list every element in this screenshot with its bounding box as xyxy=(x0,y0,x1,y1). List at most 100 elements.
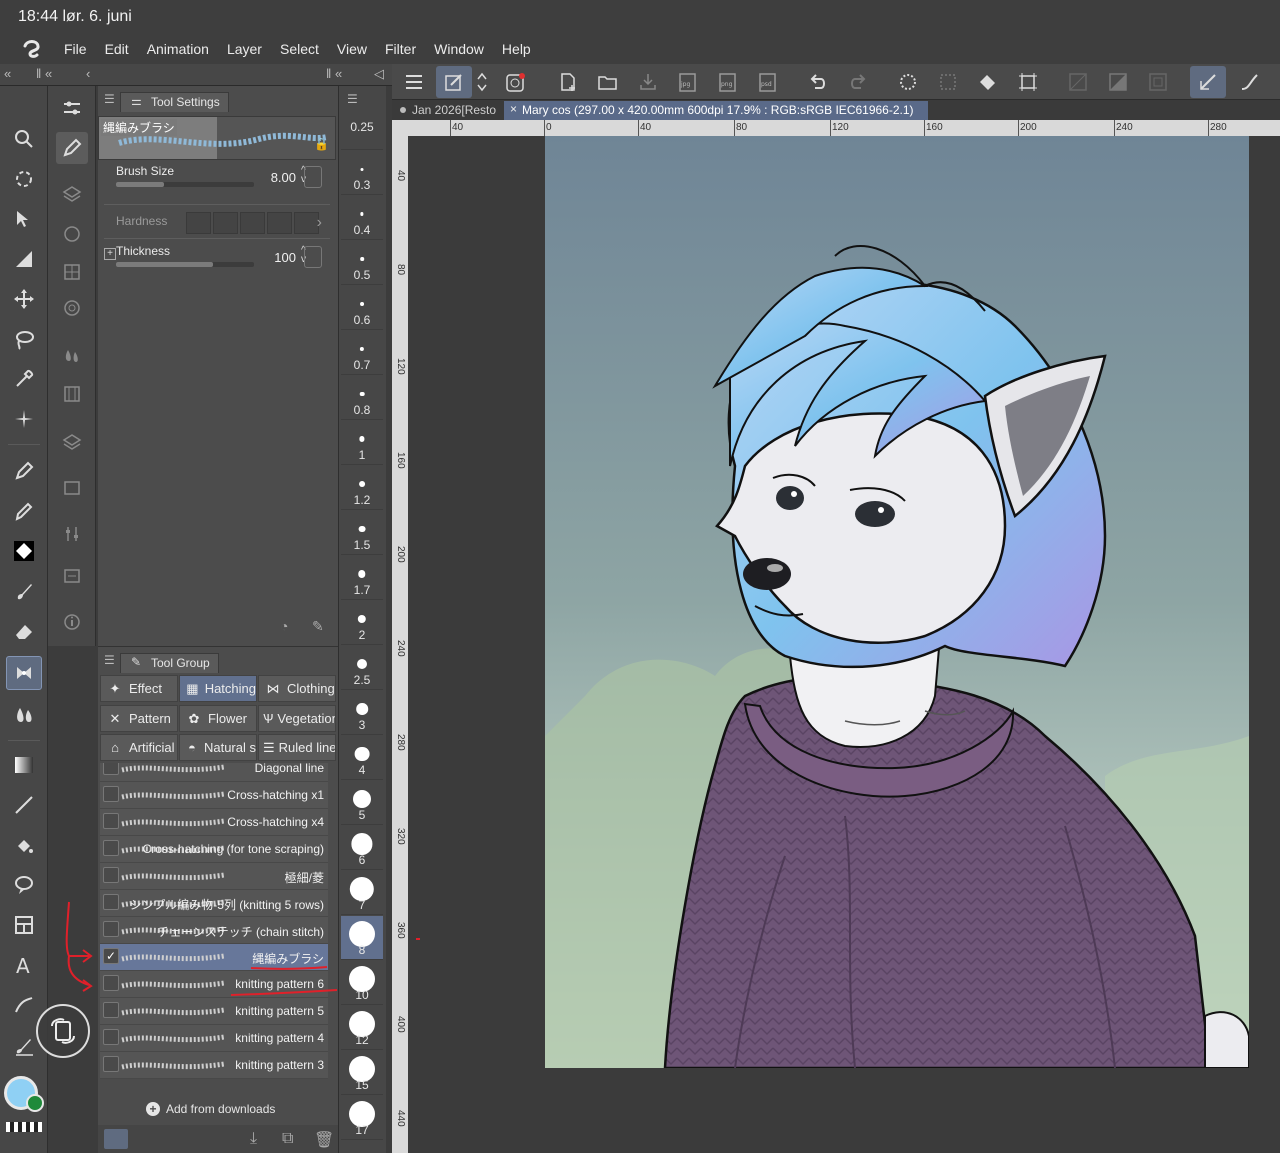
brush-list-item[interactable]: knitting pattern 3 xyxy=(100,1052,328,1079)
brush-size-item[interactable]: 0.5 xyxy=(341,241,383,285)
info-icon[interactable] xyxy=(56,606,88,638)
undo-icon[interactable] xyxy=(802,66,834,98)
brush-size-item[interactable]: 1.2 xyxy=(341,466,383,510)
adjustment-icon[interactable] xyxy=(56,518,88,550)
brush-tool-icon[interactable] xyxy=(6,574,42,608)
group-effect[interactable]: ✦ Effect xyxy=(100,675,178,702)
import-icon[interactable]: ⤓ xyxy=(250,1130,257,1148)
brush-stroke-icon[interactable] xyxy=(1234,66,1266,98)
menu-edit[interactable]: Edit xyxy=(96,41,138,57)
brush-size-item[interactable]: 3 xyxy=(341,691,383,735)
copy-subtool-icon[interactable] xyxy=(104,1129,128,1149)
timeline-icon[interactable] xyxy=(56,378,88,410)
pen-tool-icon[interactable] xyxy=(6,454,42,488)
group-ruled-line[interactable]: ☰ Ruled line xyxy=(258,734,336,761)
fill-color-icon[interactable] xyxy=(6,534,42,568)
frame-outside-icon[interactable] xyxy=(1142,66,1174,98)
lasso-tool-icon[interactable] xyxy=(6,322,42,356)
brush-list-item[interactable]: knitting pattern 4 xyxy=(100,1025,328,1052)
layer-panel-icon[interactable] xyxy=(56,178,88,210)
correct-line-icon[interactable] xyxy=(6,988,42,1022)
brush-list-item[interactable]: Diagonal line xyxy=(100,763,328,782)
brush-size-item[interactable]: 15 xyxy=(341,1051,383,1095)
material-icon[interactable] xyxy=(56,256,88,288)
brush-size-item[interactable]: 0.8 xyxy=(341,376,383,420)
checkbox-icon[interactable] xyxy=(103,786,119,802)
figure-tool-icon[interactable] xyxy=(6,788,42,822)
menu-view[interactable]: View xyxy=(328,41,376,57)
pressure-toggle-icon-2[interactable] xyxy=(304,246,322,268)
group-artificial[interactable]: ⌂ Artificial xyxy=(100,734,178,761)
group-vegetation[interactable]: Ѱ Vegetation xyxy=(258,705,336,732)
brush-size-value[interactable]: 8.00 xyxy=(271,170,296,185)
brush-list-item[interactable]: Cross-hatching x1 xyxy=(100,782,328,809)
brush-size-item[interactable]: 2 xyxy=(341,601,383,645)
stepper-arrows-icon[interactable] xyxy=(472,66,492,98)
tab-jan-2026[interactable]: Jan 2026[Resto xyxy=(394,101,502,120)
redo-icon[interactable] xyxy=(842,66,874,98)
artwork-canvas[interactable] xyxy=(545,136,1249,1068)
navigator-icon[interactable] xyxy=(56,218,88,250)
brush-size-item[interactable]: 17 xyxy=(341,1096,383,1140)
tool-group-tab[interactable]: ✎ Tool Group xyxy=(120,653,219,673)
brush-size-item[interactable]: 12 xyxy=(341,1006,383,1050)
brush-size-item[interactable]: 1.7 xyxy=(341,556,383,600)
tab-mary-cos[interactable]: × Mary cos (297.00 x 420.00mm 600dpi 17.… xyxy=(504,101,928,120)
export-png-icon[interactable]: png xyxy=(712,66,744,98)
menu-help[interactable]: Help xyxy=(493,41,540,57)
loading-icon[interactable] xyxy=(892,66,924,98)
collapse-right-icon[interactable]: ‖ « xyxy=(326,66,342,81)
menu-layer[interactable]: Layer xyxy=(218,41,271,57)
hardness-presets[interactable] xyxy=(186,212,319,234)
menu-filter[interactable]: Filter xyxy=(376,41,425,57)
zoom-tool-icon[interactable] xyxy=(6,122,42,156)
menu-window[interactable]: Window xyxy=(425,41,493,57)
app-logo-icon[interactable] xyxy=(12,34,52,64)
mask-icon[interactable] xyxy=(1102,66,1134,98)
checkbox-icon[interactable] xyxy=(103,1029,119,1045)
export-psd-icon[interactable]: psd xyxy=(752,66,784,98)
quick-access-button[interactable] xyxy=(36,1004,90,1058)
lock-icon[interactable]: 🔒 xyxy=(314,137,329,151)
decoration-tool-icon[interactable] xyxy=(6,656,42,690)
object-tool-icon[interactable] xyxy=(6,202,42,236)
expand-icon[interactable]: ◁ xyxy=(374,66,384,82)
brush-size-slider[interactable] xyxy=(116,182,254,187)
brush-list-item[interactable]: Cross-hatching (for tone scraping) xyxy=(100,836,328,863)
group-flower[interactable]: ✿ Flower xyxy=(179,705,257,732)
pressure-toggle-icon[interactable] xyxy=(304,166,322,188)
panel-menu-icon-2[interactable]: ☰ xyxy=(104,653,115,667)
layer-property-icon[interactable] xyxy=(56,426,88,458)
canvas-area[interactable] xyxy=(408,136,1280,1153)
collapse-left-icon[interactable]: « xyxy=(4,66,11,81)
gradient-tool-icon[interactable] xyxy=(6,748,42,782)
move-tool-icon[interactable] xyxy=(6,282,42,316)
chevron-left-icon[interactable]: ‹ xyxy=(86,66,90,81)
fill-tool-icon[interactable] xyxy=(6,828,42,862)
close-tab-icon[interactable]: × xyxy=(510,102,517,116)
collapse-left-icon-2[interactable]: ‖ « xyxy=(36,66,52,81)
brush-size-item[interactable]: 0.3 xyxy=(341,151,383,195)
brush-size-item[interactable]: 10 xyxy=(341,961,383,1005)
record-icon[interactable] xyxy=(500,66,532,98)
save-icon[interactable] xyxy=(632,66,664,98)
tool-property-icon[interactable] xyxy=(56,92,88,124)
new-file-icon[interactable] xyxy=(552,66,584,98)
brush-size-item[interactable]: 1.5 xyxy=(341,511,383,555)
export-jpg-icon[interactable]: jpg xyxy=(672,66,704,98)
rotate-view-icon[interactable] xyxy=(6,162,42,196)
checkbox-icon[interactable] xyxy=(103,867,119,883)
blend-tool-icon[interactable] xyxy=(6,698,42,732)
brush-size-item[interactable]: 0.7 xyxy=(341,331,383,375)
transparent-color-icon[interactable] xyxy=(6,1122,42,1132)
brush-size-item[interactable]: 8 xyxy=(341,916,383,960)
panel-menu-icon-3[interactable]: ☰ xyxy=(347,92,358,106)
clear-selection-icon[interactable] xyxy=(932,66,964,98)
open-folder-icon[interactable] xyxy=(592,66,624,98)
brush-size-item[interactable]: 0.4 xyxy=(341,196,383,240)
auto-select-icon[interactable] xyxy=(6,402,42,436)
text-tool-icon[interactable]: A xyxy=(6,948,42,982)
color-mix-icon[interactable] xyxy=(56,340,88,372)
eraser-tool-icon[interactable] xyxy=(6,614,42,648)
group-clothing[interactable]: ⋈ Clothing xyxy=(258,675,336,702)
